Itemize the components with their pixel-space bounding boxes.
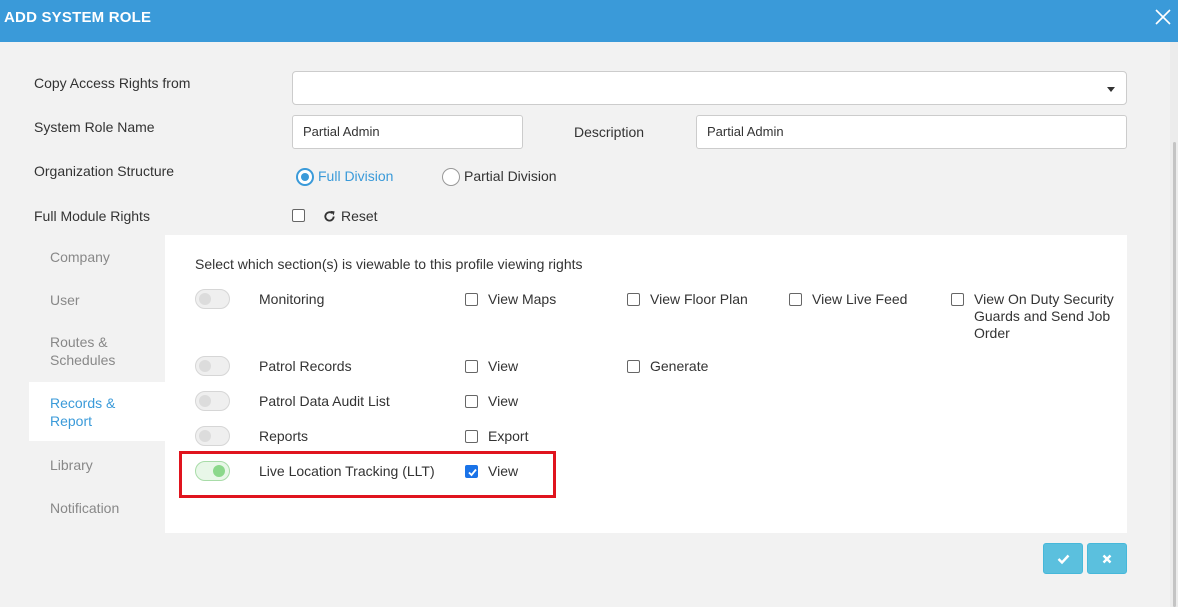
- view-floor-plan-label: View Floor Plan: [650, 291, 748, 307]
- scrollbar[interactable]: [1170, 42, 1178, 607]
- panel-instruction: Select which section(s) is viewable to t…: [195, 256, 583, 272]
- reports-export-label: Export: [488, 428, 529, 444]
- view-live-feed-checkbox[interactable]: [789, 293, 802, 306]
- full-module-label: Full Module Rights: [34, 208, 150, 224]
- sidebar-item-label: User: [50, 292, 80, 308]
- sidebar-item-company[interactable]: Company: [29, 246, 165, 270]
- sidebar-item-label: Company: [50, 249, 110, 265]
- description-label: Description: [574, 124, 645, 140]
- description-input[interactable]: Partial Admin: [696, 115, 1127, 149]
- view-live-feed-label: View Live Feed: [812, 291, 908, 307]
- role-name-input[interactable]: Partial Admin: [292, 115, 523, 149]
- highlight-box: [179, 451, 556, 498]
- copy-access-label: Copy Access Rights from: [34, 75, 191, 91]
- patrol-records-toggle[interactable]: [195, 356, 230, 376]
- audit-list-toggle[interactable]: [195, 391, 230, 411]
- scrollbar-thumb[interactable]: [1173, 142, 1176, 607]
- patrol-records-generate-label: Generate: [650, 358, 709, 374]
- patrol-records-generate-checkbox[interactable]: [627, 360, 640, 373]
- org-structure-label: Organization Structure: [34, 163, 175, 179]
- view-maps-label: View Maps: [488, 291, 557, 307]
- dialog-title: ADD SYSTEM ROLE: [4, 9, 152, 26]
- sidebar-item-label: Library: [50, 457, 93, 473]
- row-name-monitoring: Monitoring: [259, 291, 325, 307]
- refresh-icon: [324, 210, 335, 222]
- monitoring-toggle[interactable]: [195, 289, 230, 309]
- view-on-duty-label: View On Duty Security Guards and Send Jo…: [974, 291, 1114, 341]
- partial-division-radio[interactable]: [442, 168, 460, 186]
- row-name-patrol-records: Patrol Records: [259, 358, 352, 374]
- check-icon: [1057, 554, 1070, 565]
- sidebar-item-label: Records & Report: [50, 395, 116, 429]
- view-floor-plan-checkbox[interactable]: [627, 293, 640, 306]
- close-icon[interactable]: [1152, 6, 1174, 28]
- sidebar-item-library[interactable]: Library: [29, 454, 165, 478]
- sidebar-item-label: Notification: [50, 500, 120, 516]
- view-maps-checkbox[interactable]: [465, 293, 478, 306]
- patrol-records-view-label: View: [488, 358, 519, 374]
- full-division-label[interactable]: Full Division: [318, 168, 393, 184]
- row-name-audit-list: Patrol Data Audit List: [259, 393, 390, 409]
- role-name-label: System Role Name: [34, 119, 155, 135]
- cancel-button[interactable]: [1087, 543, 1127, 574]
- sidebar-item-label: Routes & Schedules: [50, 334, 116, 368]
- sidebar-item-routes-schedules[interactable]: Routes & Schedules: [29, 332, 165, 374]
- reports-toggle[interactable]: [195, 426, 230, 446]
- audit-list-view-label: View: [488, 393, 519, 409]
- reports-export-checkbox[interactable]: [465, 430, 478, 443]
- sidebar-item-user[interactable]: User: [29, 289, 165, 313]
- sidebar-item-notification[interactable]: Notification: [29, 497, 165, 521]
- patrol-records-view-checkbox[interactable]: [465, 360, 478, 373]
- audit-list-view-checkbox[interactable]: [465, 395, 478, 408]
- full-division-radio[interactable]: [296, 168, 314, 186]
- times-icon: [1102, 554, 1112, 564]
- confirm-button[interactable]: [1043, 543, 1083, 574]
- copy-access-select[interactable]: [292, 71, 1127, 105]
- caret-down-icon: [1107, 87, 1115, 92]
- full-module-checkbox[interactable]: [292, 209, 305, 222]
- view-on-duty-checkbox[interactable]: [951, 293, 964, 306]
- reset-label: Reset: [341, 208, 378, 224]
- sidebar-item-records-report[interactable]: Records & Report: [29, 382, 165, 441]
- partial-division-label[interactable]: Partial Division: [464, 168, 557, 184]
- dialog-header: ADD SYSTEM ROLE: [0, 0, 1178, 42]
- row-name-reports: Reports: [259, 428, 309, 444]
